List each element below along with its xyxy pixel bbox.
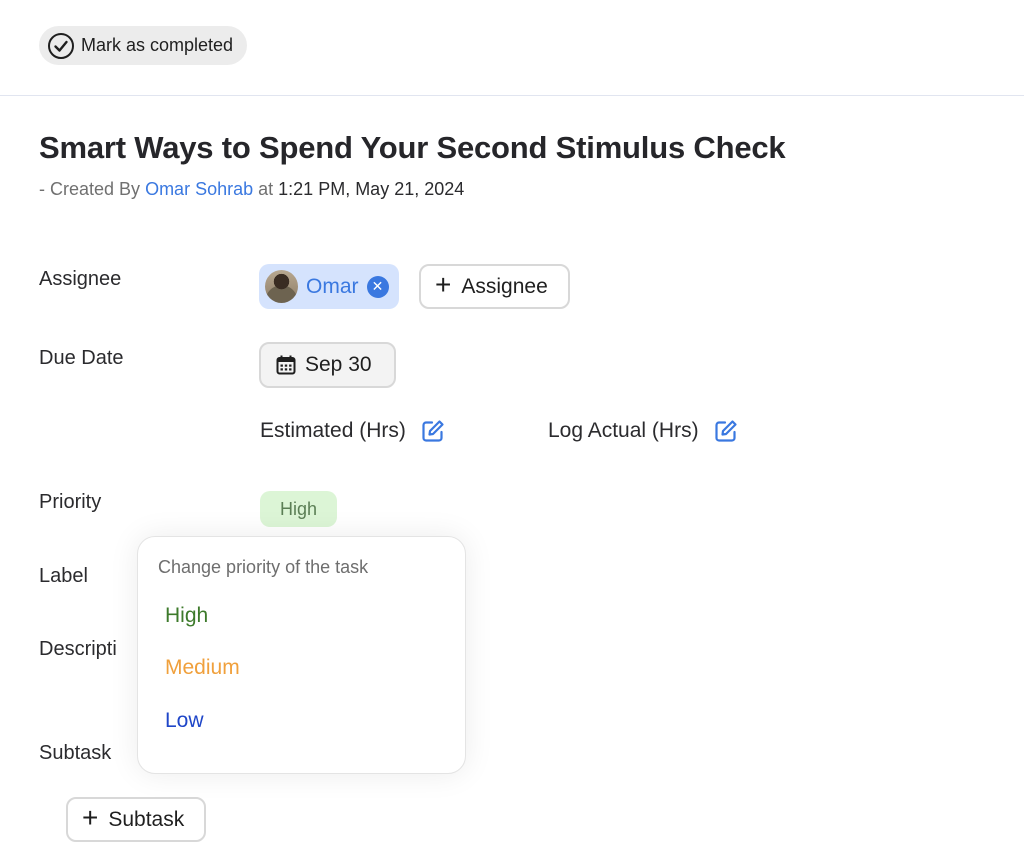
priority-option-low[interactable]: Low — [165, 709, 204, 733]
priority-menu-heading: Change priority of the task — [158, 557, 369, 577]
estimated-hours-field: Estimated (Hrs) — [260, 418, 446, 444]
mark-as-completed-label: Mark as completed — [81, 35, 234, 55]
edit-icon[interactable] — [713, 418, 739, 444]
label-label: Label — [39, 565, 88, 587]
avatar — [265, 270, 298, 303]
calendar-icon — [276, 355, 296, 375]
add-subtask-button[interactable]: + Subtask — [66, 797, 207, 842]
task-created-meta: - Created By Omar Sohrab at 1:21 PM, May… — [39, 179, 464, 200]
priority-option-high[interactable]: High — [165, 604, 208, 628]
due-date-button[interactable]: Sep 30 — [259, 342, 396, 388]
actual-hours-field: Log Actual (Hrs) — [548, 418, 739, 444]
remove-assignee-icon[interactable]: ✕ — [366, 275, 389, 298]
edit-icon[interactable] — [420, 418, 446, 444]
add-assignee-label: Assignee — [461, 274, 548, 298]
add-subtask-label: Subtask — [108, 807, 185, 831]
priority-label: Priority — [39, 491, 102, 513]
actual-hours-label: Log Actual (Hrs) — [548, 419, 699, 442]
assignee-name: Omar — [306, 274, 359, 298]
plus-icon: + — [435, 269, 452, 300]
description-label: Descripti — [39, 638, 117, 660]
created-by-prefix: - Created By — [39, 179, 141, 199]
due-date-label: Due Date — [39, 347, 124, 369]
task-detail-page: Mark as completed Smart Ways to Spend Yo… — [0, 0, 1024, 855]
due-date-value: Sep 30 — [305, 353, 372, 376]
at-word: at — [258, 179, 274, 199]
priority-badge[interactable]: High — [260, 491, 338, 527]
priority-option-medium[interactable]: Medium — [165, 656, 240, 680]
task-title: Smart Ways to Spend Your Second Stimulus… — [39, 130, 786, 165]
estimated-hours-label: Estimated (Hrs) — [260, 419, 406, 442]
task-toolbar: Mark as completed — [0, 0, 1024, 96]
created-time: 1:21 PM, May 21, 2024 — [278, 179, 465, 199]
mark-as-completed-button[interactable]: Mark as completed — [39, 26, 248, 65]
add-assignee-button[interactable]: + Assignee — [419, 264, 570, 309]
subtask-label: Subtask — [39, 742, 112, 764]
priority-menu: Change priority of the task High Medium … — [137, 536, 466, 774]
assignee-label: Assignee — [39, 268, 122, 290]
check-circle-icon — [48, 32, 74, 59]
author-link[interactable]: Omar Sohrab — [145, 179, 253, 199]
assignee-chip[interactable]: Omar ✕ — [259, 264, 399, 309]
plus-icon: + — [82, 802, 99, 833]
